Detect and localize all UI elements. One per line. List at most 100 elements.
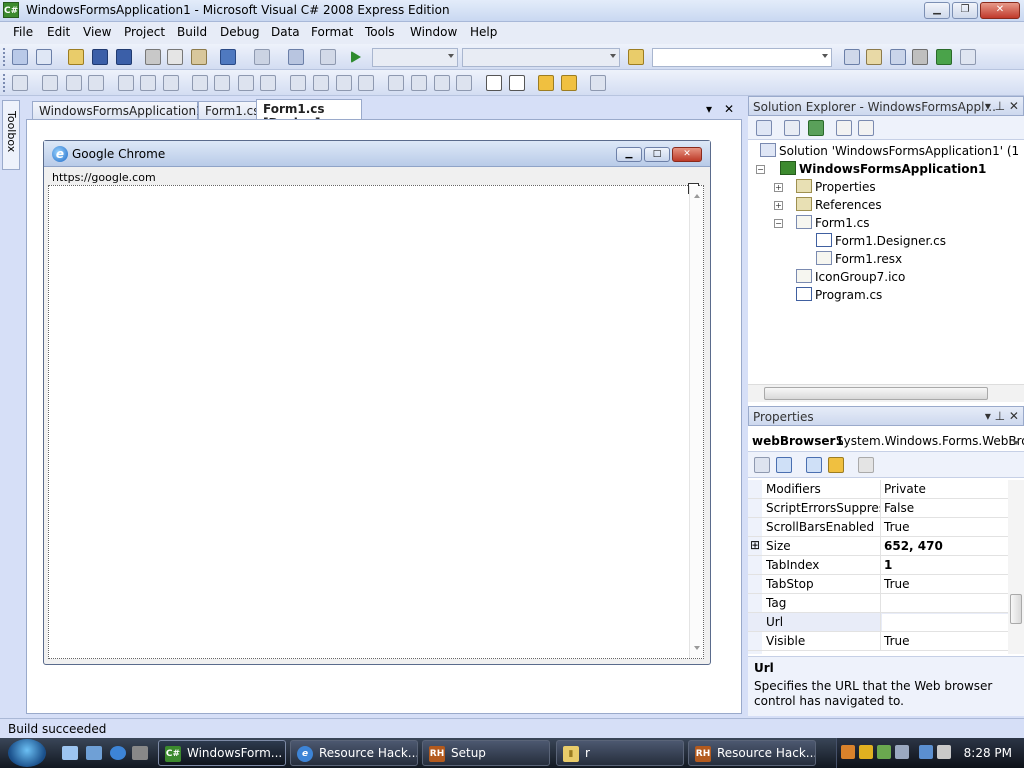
- refresh-icon[interactable]: [808, 120, 824, 136]
- tree-references[interactable]: References: [796, 196, 882, 214]
- web-browser-control[interactable]: ▸: [48, 183, 704, 659]
- volume-icon[interactable]: [937, 745, 951, 759]
- expand-properties-icon[interactable]: +: [774, 183, 783, 192]
- add-item-icon[interactable]: [36, 49, 52, 65]
- paste-icon[interactable]: [191, 49, 207, 65]
- tab-form1-design[interactable]: Form1.cs [Design]: [256, 99, 362, 130]
- send-to-back-icon[interactable]: [561, 75, 577, 91]
- align-bottoms-icon[interactable]: [163, 75, 179, 91]
- property-value[interactable]: True: [884, 634, 910, 648]
- tray-security-shield-icon[interactable]: [859, 745, 873, 759]
- center-horizontally-icon[interactable]: [486, 75, 502, 91]
- make-vertical-spacing-equal-icon[interactable]: [388, 75, 404, 91]
- properties-window-icon[interactable]: [890, 49, 906, 65]
- property-row[interactable]: Visible True: [748, 632, 1008, 651]
- make-same-size-icon[interactable]: [260, 75, 276, 91]
- menu-edit[interactable]: Edit: [47, 25, 70, 39]
- property-row[interactable]: ⊞ Size 652, 470: [748, 537, 1008, 556]
- form-close-button[interactable]: ✕: [672, 147, 702, 162]
- align-middles-icon[interactable]: [140, 75, 156, 91]
- size-to-grid-icon[interactable]: [214, 75, 230, 91]
- task-resource-hacker-ie[interactable]: e Resource Hack...: [290, 740, 418, 766]
- center-vertically-icon[interactable]: [509, 75, 525, 91]
- toolbox-icon[interactable]: [912, 49, 928, 65]
- solution-explorer-pin-close-icons[interactable]: ▾ ⊥ ✕: [985, 99, 1019, 113]
- collapse-form1-icon[interactable]: −: [774, 219, 783, 228]
- output-window-icon[interactable]: [960, 49, 976, 65]
- toolbar-options-icon[interactable]: [612, 75, 620, 91]
- save-icon[interactable]: [92, 49, 108, 65]
- decrease-horizontal-spacing-icon[interactable]: [336, 75, 352, 91]
- task-r-folder[interactable]: ▮ r: [556, 740, 684, 766]
- view-code-icon[interactable]: [836, 120, 852, 136]
- object-selector[interactable]: webBrowser1 System.Windows.Forms.WebBro: [748, 430, 1024, 452]
- navigate-forward-icon[interactable]: [320, 49, 336, 65]
- increase-horizontal-spacing-icon[interactable]: [313, 75, 329, 91]
- property-row[interactable]: Modifiers Private: [748, 480, 1008, 499]
- minimize-button[interactable]: ▁: [924, 2, 950, 19]
- property-value[interactable]: False: [884, 501, 914, 515]
- scroll-down-icon[interactable]: [694, 646, 700, 650]
- align-rights-icon[interactable]: [88, 75, 104, 91]
- open-folder-icon[interactable]: [68, 49, 84, 65]
- expand-references-icon[interactable]: +: [774, 201, 783, 210]
- maximize-button[interactable]: ❐: [952, 2, 978, 19]
- menu-view[interactable]: View: [83, 25, 111, 39]
- task-resource-hacker[interactable]: RH Resource Hack...: [688, 740, 816, 766]
- properties-pin-close-icons[interactable]: ▾ ⊥ ✕: [985, 409, 1019, 423]
- menu-data[interactable]: Data: [271, 25, 300, 39]
- remove-horizontal-spacing-icon[interactable]: [358, 75, 374, 91]
- property-row[interactable]: Tag: [748, 594, 1008, 613]
- menu-file[interactable]: File: [13, 25, 33, 39]
- menu-format[interactable]: Format: [311, 25, 353, 39]
- close-button[interactable]: ✕: [980, 2, 1020, 19]
- save-all-icon[interactable]: [116, 49, 132, 65]
- form-maximize-button[interactable]: □: [644, 147, 670, 162]
- align-centers-icon[interactable]: [66, 75, 82, 91]
- property-value[interactable]: 652, 470: [884, 539, 943, 553]
- properties-vertical-scrollbar[interactable]: [1008, 480, 1024, 654]
- document-window-menu-icon[interactable]: ▾: [706, 102, 712, 116]
- increase-vertical-spacing-icon[interactable]: [411, 75, 427, 91]
- tab-form1-code[interactable]: Form1.cs: [198, 101, 258, 120]
- align-to-grid-icon[interactable]: [12, 75, 28, 91]
- show-desktop-icon[interactable]: [62, 746, 78, 760]
- designed-form[interactable]: e Google Chrome ▁ □ ✕ https://google.com…: [43, 140, 711, 665]
- property-row[interactable]: TabIndex 1: [748, 556, 1008, 575]
- redo-icon[interactable]: [254, 49, 270, 65]
- tree-icon-group[interactable]: IconGroup7.ico: [796, 268, 905, 286]
- tab-project-properties[interactable]: WindowsFormsApplication1: [32, 101, 204, 120]
- task-setup[interactable]: RH Setup: [422, 740, 550, 766]
- find-in-files-icon[interactable]: [628, 49, 644, 65]
- property-value[interactable]: True: [884, 577, 910, 591]
- tree-project[interactable]: WindowsFormsApplication1: [780, 160, 986, 178]
- property-row[interactable]: ScrollBarsEnabled True: [748, 518, 1008, 537]
- tree-form1-designer[interactable]: Form1.Designer.cs: [816, 232, 946, 250]
- switch-windows-icon[interactable]: [86, 746, 102, 760]
- menu-window[interactable]: Window: [410, 25, 457, 39]
- alphabetical-icon[interactable]: [776, 457, 792, 473]
- tray-tools-icon[interactable]: [841, 745, 855, 759]
- new-project-icon[interactable]: [12, 49, 28, 65]
- toolbar-grip[interactable]: [3, 48, 6, 66]
- task-visual-csharp[interactable]: C# WindowsForm...: [158, 740, 286, 766]
- tree-form1-resx[interactable]: Form1.resx: [816, 250, 902, 268]
- make-horizontal-spacing-equal-icon[interactable]: [290, 75, 306, 91]
- clock[interactable]: 8:28 PM: [964, 746, 1012, 760]
- internet-explorer-icon[interactable]: [110, 746, 126, 760]
- network-icon[interactable]: [919, 745, 933, 759]
- find-icon[interactable]: [844, 49, 860, 65]
- find-combo[interactable]: [652, 48, 832, 67]
- tray-app-icon[interactable]: [877, 745, 891, 759]
- bring-to-front-icon[interactable]: [538, 75, 554, 91]
- platform-combo[interactable]: [462, 48, 620, 67]
- property-value[interactable]: [882, 614, 1008, 631]
- property-value[interactable]: Private: [884, 482, 926, 496]
- navigate-backward-icon[interactable]: [288, 49, 304, 65]
- solution-explorer-icon[interactable]: [866, 49, 882, 65]
- menu-tools[interactable]: Tools: [365, 25, 395, 39]
- solution-horizontal-scrollbar[interactable]: [748, 384, 1024, 402]
- decrease-vertical-spacing-icon[interactable]: [434, 75, 450, 91]
- start-button[interactable]: [8, 739, 46, 767]
- toolbar-grip[interactable]: [3, 74, 6, 92]
